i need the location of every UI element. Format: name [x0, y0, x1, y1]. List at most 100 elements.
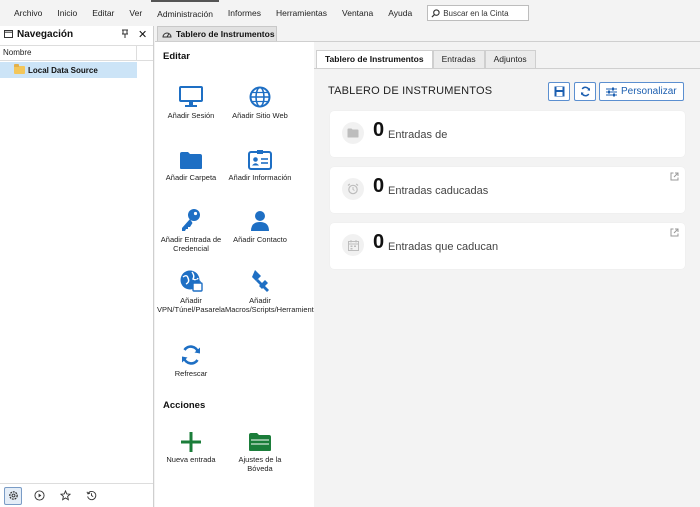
- new-entry-label: Nueva entrada: [166, 455, 216, 464]
- star-icon: [59, 490, 71, 501]
- open-external-icon[interactable]: [670, 228, 679, 237]
- save-layout-button[interactable]: [548, 82, 570, 101]
- close-icon[interactable]: ✕: [138, 28, 147, 41]
- folder-icon: [342, 122, 364, 144]
- refresh-dashboard-button[interactable]: [574, 82, 596, 101]
- dashboard-card-expiring[interactable]: 0 Entradas que caducan: [330, 223, 685, 269]
- tree-item-label: Local Data Source: [28, 65, 98, 75]
- favorites-button[interactable]: [56, 487, 74, 505]
- add-credential-label: Añadir Entrada de Credencial: [160, 235, 222, 253]
- navigation-bottom-bar: [0, 483, 153, 507]
- alarm-clock-icon: [342, 178, 364, 200]
- history-icon: [86, 490, 96, 501]
- vault-folder-icon: [249, 433, 271, 451]
- menu-informes[interactable]: Informes: [222, 0, 267, 26]
- add-macros-label: Añadir Macros/Scripts/Herramientas: [225, 296, 322, 314]
- refresh-button[interactable]: Refrescar: [156, 340, 226, 379]
- navigation-header: Navegación ✕: [0, 26, 153, 42]
- column-name-header[interactable]: Nombre: [0, 46, 137, 60]
- edit-panel: Editar Añadir Sesión Añadir Sitio Web Añ…: [155, 42, 322, 507]
- pin-icon[interactable]: [121, 29, 129, 38]
- folder-icon: [180, 152, 202, 169]
- save-icon: [554, 86, 564, 97]
- add-contact-button[interactable]: Añadir Contacto: [225, 206, 295, 245]
- menu-ayuda[interactable]: Ayuda: [382, 0, 418, 26]
- sliders-icon: [606, 87, 617, 96]
- acciones-section-title: Acciones: [163, 400, 206, 411]
- card-label: Entradas caducadas: [388, 185, 489, 197]
- contact-person-icon: [251, 211, 269, 231]
- add-session-button[interactable]: Añadir Sesión: [156, 82, 226, 121]
- add-credential-button[interactable]: Añadir Entrada de Credencial: [156, 206, 226, 253]
- document-tab-dashboard[interactable]: Tablero de Instrumentos: [157, 26, 277, 41]
- dashboard-content: TABLERO DE INSTRUMENTOS Personalizar 0 E…: [314, 68, 700, 507]
- menu-ventana[interactable]: Ventana: [336, 0, 379, 26]
- tab-entries[interactable]: Entradas: [432, 50, 485, 68]
- customize-label: Personalizar: [621, 86, 677, 97]
- editar-section-title: Editar: [163, 51, 190, 62]
- card-count: 0: [373, 119, 385, 141]
- add-macros-button[interactable]: Añadir Macros/Scripts/Herramientas: [225, 267, 322, 314]
- dashboard-gauge-icon: [162, 32, 172, 38]
- add-vpn-button[interactable]: Añadir VPN/Túnel/Pasarela: [156, 267, 226, 314]
- dashboard-card-entries[interactable]: 0 Entradas de: [330, 111, 685, 157]
- plus-icon: [181, 432, 201, 452]
- vault-settings-button[interactable]: Ajustes de la Bóveda: [225, 426, 295, 473]
- card-count: 0: [373, 231, 385, 253]
- open-external-icon[interactable]: [670, 172, 679, 181]
- card-label: Entradas de: [388, 129, 448, 141]
- key-icon: [182, 209, 200, 231]
- menu-administracion[interactable]: Administración: [151, 0, 219, 26]
- dashboard-panel: Tablero de Instrumentos Entradas Adjunto…: [314, 42, 700, 507]
- menu-ver[interactable]: Ver: [123, 0, 148, 26]
- refresh-icon: [580, 86, 590, 97]
- menu-archivo[interactable]: Archivo: [8, 0, 48, 26]
- menu-herramientas[interactable]: Herramientas: [270, 0, 333, 26]
- add-folder-label: Añadir Carpeta: [165, 173, 217, 182]
- tools-icon: [252, 270, 269, 292]
- add-website-label: Añadir Sitio Web: [232, 111, 288, 120]
- menu-bar: Archivo Inicio Editar Ver Administración…: [0, 0, 700, 26]
- dashboard-card-expired[interactable]: 0 Entradas caducadas: [330, 167, 685, 213]
- tree-item-local-data-source[interactable]: Local Data Source: [0, 62, 137, 78]
- tab-dashboard[interactable]: Tablero de Instrumentos: [316, 50, 433, 68]
- customize-button[interactable]: Personalizar: [599, 82, 684, 101]
- search-placeholder: Buscar en la Cinta: [443, 8, 509, 18]
- tab-attachments[interactable]: Adjuntos: [484, 50, 536, 68]
- vault-settings-label: Ajustes de la Bóveda: [238, 455, 282, 473]
- add-information-button[interactable]: Añadir Información: [225, 144, 295, 183]
- refresh-label: Refrescar: [174, 369, 208, 378]
- add-website-button[interactable]: Añadir Sitio Web: [225, 82, 295, 121]
- search-icon: [431, 8, 440, 18]
- settings-icon: [8, 491, 18, 500]
- vpn-globe-lock-icon: [180, 270, 203, 292]
- new-entry-button[interactable]: Nueva entrada: [156, 426, 226, 465]
- play-button[interactable]: [30, 487, 48, 505]
- menu-inicio[interactable]: Inicio: [51, 0, 83, 26]
- ribbon-search-input[interactable]: Buscar en la Cinta: [427, 5, 530, 21]
- navigation-column-header: Nombre: [0, 45, 153, 61]
- main-content: Editar Añadir Sesión Añadir Sitio Web Añ…: [155, 41, 700, 507]
- add-contact-label: Añadir Contacto: [233, 235, 287, 244]
- settings-button[interactable]: [4, 486, 22, 505]
- add-folder-button[interactable]: Añadir Carpeta: [156, 144, 226, 183]
- globe-icon: [249, 86, 271, 108]
- navigation-pane: Navegación ✕ Nombre Local Data Source: [0, 26, 154, 507]
- play-icon: [33, 490, 45, 501]
- add-information-label: Añadir Información: [228, 173, 292, 182]
- refresh-icon: [182, 345, 200, 365]
- folder-icon: [14, 64, 25, 74]
- card-label: Entradas que caducan: [388, 241, 499, 253]
- monitor-icon: [179, 86, 203, 107]
- card-count: 0: [373, 175, 385, 197]
- window-icon: [4, 30, 13, 38]
- add-session-label: Añadir Sesión: [167, 111, 215, 120]
- navigation-title: Navegación: [17, 28, 74, 40]
- menu-editar[interactable]: Editar: [86, 0, 120, 26]
- document-tab-label: Tablero de Instrumentos: [176, 29, 275, 39]
- calendar-icon: [342, 234, 364, 256]
- id-card-icon: [248, 150, 272, 170]
- history-button[interactable]: [82, 487, 100, 505]
- dashboard-tabs: Tablero de Instrumentos Entradas Adjunto…: [316, 50, 536, 68]
- add-vpn-label: Añadir VPN/Túnel/Pasarela: [157, 296, 225, 314]
